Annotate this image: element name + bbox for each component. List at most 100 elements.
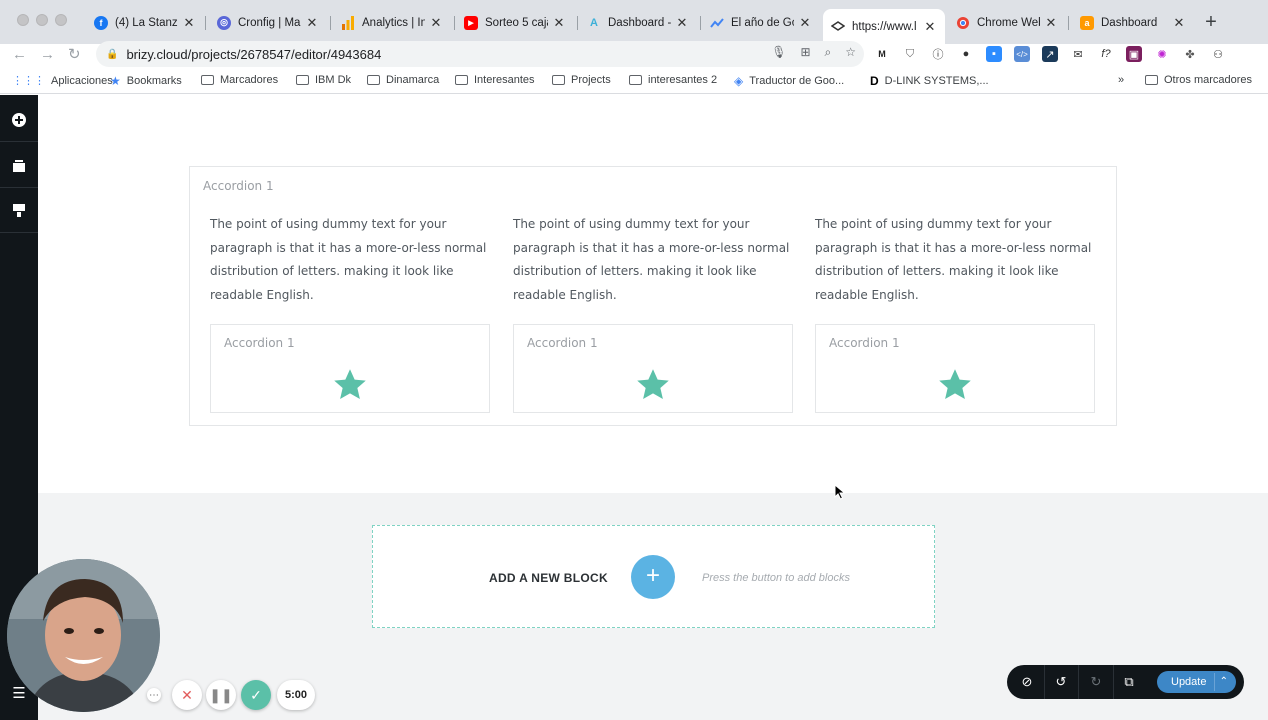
column: The point of using dummy text for your p… bbox=[513, 213, 793, 307]
address-bar[interactable]: 🔒 brizy.cloud/projects/2678547/editor/49… bbox=[96, 41, 864, 67]
extensions-puzzle-icon[interactable]: ✤ bbox=[1182, 46, 1198, 62]
browser-tab[interactable]: a Dashboard ✕ bbox=[1072, 9, 1194, 36]
bookmark-item[interactable]: ★ Bookmarks bbox=[110, 74, 182, 88]
bookmark-folder[interactable]: Projects bbox=[552, 74, 611, 86]
bookmark-folder[interactable]: Dinamarca bbox=[367, 74, 439, 86]
inner-accordion[interactable]: Accordion 1 bbox=[513, 324, 793, 413]
star-icon bbox=[334, 369, 366, 399]
add-element-icon[interactable] bbox=[10, 111, 28, 129]
star-icon: ★ bbox=[110, 74, 121, 88]
extension-mt-icon[interactable]: M bbox=[874, 46, 890, 62]
browser-tab[interactable]: Analytics | Ini ✕ bbox=[333, 9, 451, 36]
analytics-icon bbox=[341, 15, 355, 30]
reload-icon[interactable]: ↻ bbox=[68, 45, 81, 65]
close-icon[interactable]: ✕ bbox=[675, 15, 689, 31]
extension-code-icon[interactable]: </> bbox=[1014, 46, 1030, 62]
tab-title: https://www.l bbox=[852, 20, 917, 33]
recorder-finish-button[interactable]: ✓ bbox=[241, 680, 271, 710]
close-icon[interactable]: ✕ bbox=[305, 15, 319, 31]
recorder-pause-button[interactable]: ❚❚ bbox=[206, 680, 236, 710]
bookmark-item[interactable]: D D-LINK SYSTEMS,... bbox=[870, 74, 989, 88]
bookmark-folder[interactable]: IBM Dk bbox=[296, 74, 351, 86]
accordion-outer[interactable]: Accordion 1 The point of using dummy tex… bbox=[189, 166, 1117, 426]
close-icon[interactable]: ✕ bbox=[923, 19, 937, 35]
browser-tab[interactable]: El año de Go ✕ bbox=[702, 9, 820, 36]
bookmarks-overflow-button[interactable]: » bbox=[1118, 74, 1124, 86]
update-button[interactable]: Update ⌃ bbox=[1157, 671, 1236, 693]
microphone-icon[interactable]: 🎙 bbox=[771, 45, 786, 60]
add-block-button[interactable]: + bbox=[631, 555, 675, 599]
bookmark-folder[interactable]: interesantes 2 bbox=[629, 74, 717, 86]
folder-icon bbox=[201, 75, 214, 85]
profile-icon[interactable]: ⚇ bbox=[1210, 46, 1226, 62]
youtube-icon: ▶ bbox=[464, 15, 478, 30]
paragraph-text[interactable]: The point of using dummy text for your p… bbox=[815, 213, 1095, 307]
browser-tab-active[interactable]: https://www.l ✕ bbox=[823, 9, 945, 44]
bookmark-apps[interactable]: ⋮⋮⋮ Aplicaciones bbox=[12, 74, 113, 88]
window-close-button[interactable] bbox=[17, 14, 29, 26]
browser-tab[interactable]: ◎ Cronfig | Mau ✕ bbox=[209, 9, 327, 36]
recorder-more-button[interactable]: ⋯ bbox=[147, 688, 161, 702]
bookmark-star-icon[interactable]: ☆ bbox=[845, 45, 856, 60]
dlink-icon: D bbox=[870, 74, 879, 88]
extension-zoom-icon[interactable]: ▪ bbox=[986, 46, 1002, 62]
editor-bottom-toolbar: ⊘ ↺ ↻ ⧉ Update ⌃ bbox=[1007, 665, 1244, 699]
recorder-timer: 5:00 bbox=[277, 680, 315, 710]
paragraph-text[interactable]: The point of using dummy text for your p… bbox=[210, 213, 490, 307]
bookmark-folder[interactable]: Marcadores bbox=[201, 74, 278, 86]
window-zoom-button[interactable] bbox=[55, 14, 67, 26]
accordion-title[interactable]: Accordion 1 bbox=[203, 179, 274, 193]
tab-title: Cronfig | Mau bbox=[238, 16, 301, 29]
inner-accordion-title[interactable]: Accordion 1 bbox=[829, 336, 900, 350]
add-block-hint: Press the button to add blocks bbox=[702, 572, 850, 584]
preview-toggle-icon[interactable]: ⊘ bbox=[1018, 673, 1036, 691]
pages-icon[interactable] bbox=[10, 157, 28, 175]
browser-tab-bar: f (4) La Stanza ✕ ◎ Cronfig | Mau ✕ Anal… bbox=[0, 0, 1268, 44]
dashboard-icon: A bbox=[590, 16, 598, 29]
paragraph-text[interactable]: The point of using dummy text for your p… bbox=[513, 213, 793, 307]
extension-info-icon[interactable]: ⓘ bbox=[930, 46, 946, 62]
extension-flower-icon[interactable]: ✺ bbox=[1154, 46, 1170, 62]
tab-title: El año de Go bbox=[731, 16, 794, 29]
open-external-icon[interactable]: ⧉ bbox=[1120, 673, 1138, 691]
translate-icon[interactable]: ⊞ bbox=[800, 45, 810, 60]
inner-accordion[interactable]: Accordion 1 bbox=[210, 324, 490, 413]
zoom-icon[interactable]: ⌕ bbox=[825, 45, 832, 60]
star-icon bbox=[637, 369, 669, 399]
browser-tab[interactable]: ▶ Sorteo 5 caja ✕ bbox=[456, 9, 574, 36]
browser-tab[interactable]: A Dashboard - ✕ bbox=[579, 9, 697, 36]
chevron-up-icon[interactable]: ⌃ bbox=[1213, 673, 1228, 691]
recorder-cancel-button[interactable]: ✕ bbox=[172, 680, 202, 710]
tab-title: Sorteo 5 caja bbox=[485, 16, 548, 29]
extension-circle-icon[interactable]: ● bbox=[958, 46, 974, 62]
extension-shield-icon[interactable]: ⛉ bbox=[902, 46, 918, 62]
redo-icon[interactable]: ↻ bbox=[1087, 673, 1105, 691]
close-icon[interactable]: ✕ bbox=[552, 15, 566, 31]
browser-tab[interactable]: Chrome Web ✕ bbox=[948, 9, 1066, 36]
inner-accordion[interactable]: Accordion 1 bbox=[815, 324, 1095, 413]
styling-icon[interactable] bbox=[10, 201, 28, 219]
bookmark-item[interactable]: ◈ Traductor de Goo... bbox=[734, 74, 844, 88]
forward-arrow-icon[interactable]: → bbox=[40, 45, 55, 65]
close-icon[interactable]: ✕ bbox=[1172, 15, 1186, 31]
extension-purple-icon[interactable]: ▣ bbox=[1126, 46, 1142, 62]
extension-arrow-icon[interactable]: ↗ bbox=[1042, 46, 1058, 62]
window-minimize-button[interactable] bbox=[36, 14, 48, 26]
menu-icon[interactable]: ☰ bbox=[10, 685, 28, 703]
close-icon[interactable]: ✕ bbox=[429, 15, 443, 31]
extension-mail-icon[interactable]: ✉ bbox=[1070, 46, 1086, 62]
browser-tab[interactable]: f (4) La Stanza ✕ bbox=[86, 9, 204, 36]
bookmark-other[interactable]: Otros marcadores bbox=[1145, 74, 1252, 86]
bookmark-folder[interactable]: Interesantes bbox=[455, 74, 535, 86]
close-icon[interactable]: ✕ bbox=[182, 15, 196, 31]
back-arrow-icon[interactable]: ← bbox=[12, 45, 27, 65]
extension-fx-icon[interactable]: f? bbox=[1098, 46, 1114, 62]
close-icon[interactable]: ✕ bbox=[798, 15, 812, 31]
inner-accordion-title[interactable]: Accordion 1 bbox=[527, 336, 598, 350]
star-icon bbox=[939, 369, 971, 399]
close-icon[interactable]: ✕ bbox=[1044, 15, 1058, 31]
folder-icon bbox=[296, 75, 309, 85]
new-tab-button[interactable]: + bbox=[1200, 12, 1222, 34]
undo-icon[interactable]: ↺ bbox=[1052, 673, 1070, 691]
inner-accordion-title[interactable]: Accordion 1 bbox=[224, 336, 295, 350]
